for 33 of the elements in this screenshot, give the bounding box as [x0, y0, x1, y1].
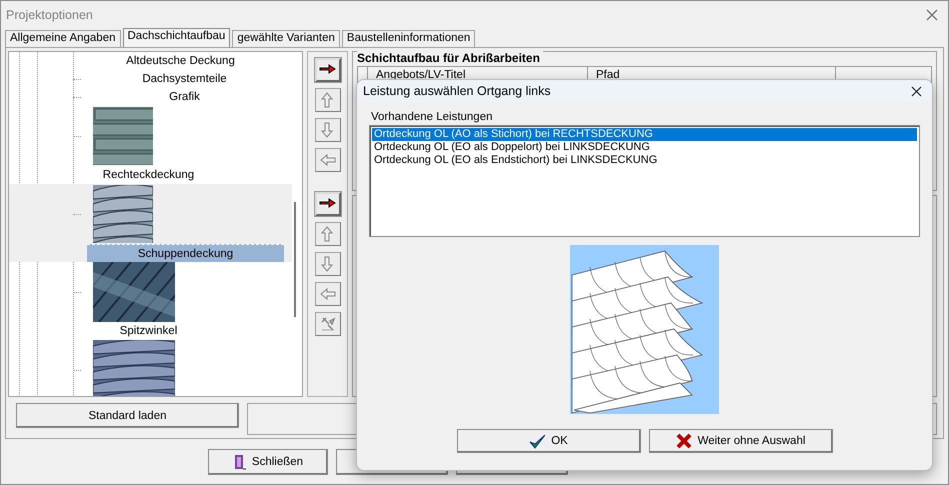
tree-item[interactable]: Schuppendeckung: [87, 244, 284, 262]
list-item[interactable]: Ortdeckung OL (AO als Stichort) bei RECHTSDECKUNG: [372, 128, 917, 141]
arrow-left-icon: [320, 152, 336, 168]
tab[interactable]: Allgemeine Angaben: [5, 30, 120, 47]
arrow-down-icon: [320, 122, 336, 138]
arrow-left-icon: [320, 286, 336, 302]
tree-item[interactable]: Dachsystemteile: [81, 73, 302, 85]
list-item[interactable]: Ortdeckung OL (EO als Doppelort) bei LINKSDECKUNG: [372, 141, 917, 154]
arrow-down-icon: [320, 256, 336, 272]
dialog-title: Leistung auswählen Ortgang links: [363, 84, 551, 98]
group-title: Schichtaufbau für Abrißarbeiten: [357, 51, 543, 65]
arrow-up-icon: [320, 92, 336, 108]
tab[interactable]: gewählte Varianten: [232, 30, 340, 47]
scrollbar-thumb[interactable]: [294, 202, 296, 317]
door-icon: [232, 454, 247, 470]
tree-item[interactable]: Altdeutsche Deckung: [73, 55, 302, 67]
list-item[interactable]: Ortdeckung OL (EO als Endstichort) bei LINKSDECKUNG: [372, 154, 917, 167]
tab[interactable]: Baustelleninformationen: [342, 30, 476, 47]
tree-item[interactable]: Rechteckdeckung: [9, 166, 302, 184]
arrow-up-icon: [320, 226, 336, 242]
close-icon[interactable]: [911, 86, 922, 96]
tree-item[interactable]: Spitzwinkel: [9, 322, 302, 340]
list-box[interactable]: Ortdeckung OL (AO als Stichort) bei RECHTSDECKUNG Ortdeckung OL (EO als Doppelort) bei LINKSDECKUNG Ortdeckung OL (EO als Endstichort) bei LINKSDECKUNG: [369, 125, 920, 237]
ok-button[interactable]: OK: [456, 429, 640, 453]
tools-icon: [320, 316, 336, 332]
skip-button[interactable]: Weiter ohne Auswahl: [648, 429, 832, 453]
x-icon: [676, 433, 692, 449]
standard-button[interactable]: Standard laden: [16, 403, 239, 428]
tree-item[interactable]: Grafik: [81, 91, 302, 103]
list-label: Vorhandene Leistungen: [370, 111, 492, 125]
window-title: Projektoptionen: [6, 8, 93, 22]
tab[interactable]: Dachschichtaufbau: [122, 28, 230, 47]
close-button[interactable]: Schließen: [208, 449, 328, 475]
